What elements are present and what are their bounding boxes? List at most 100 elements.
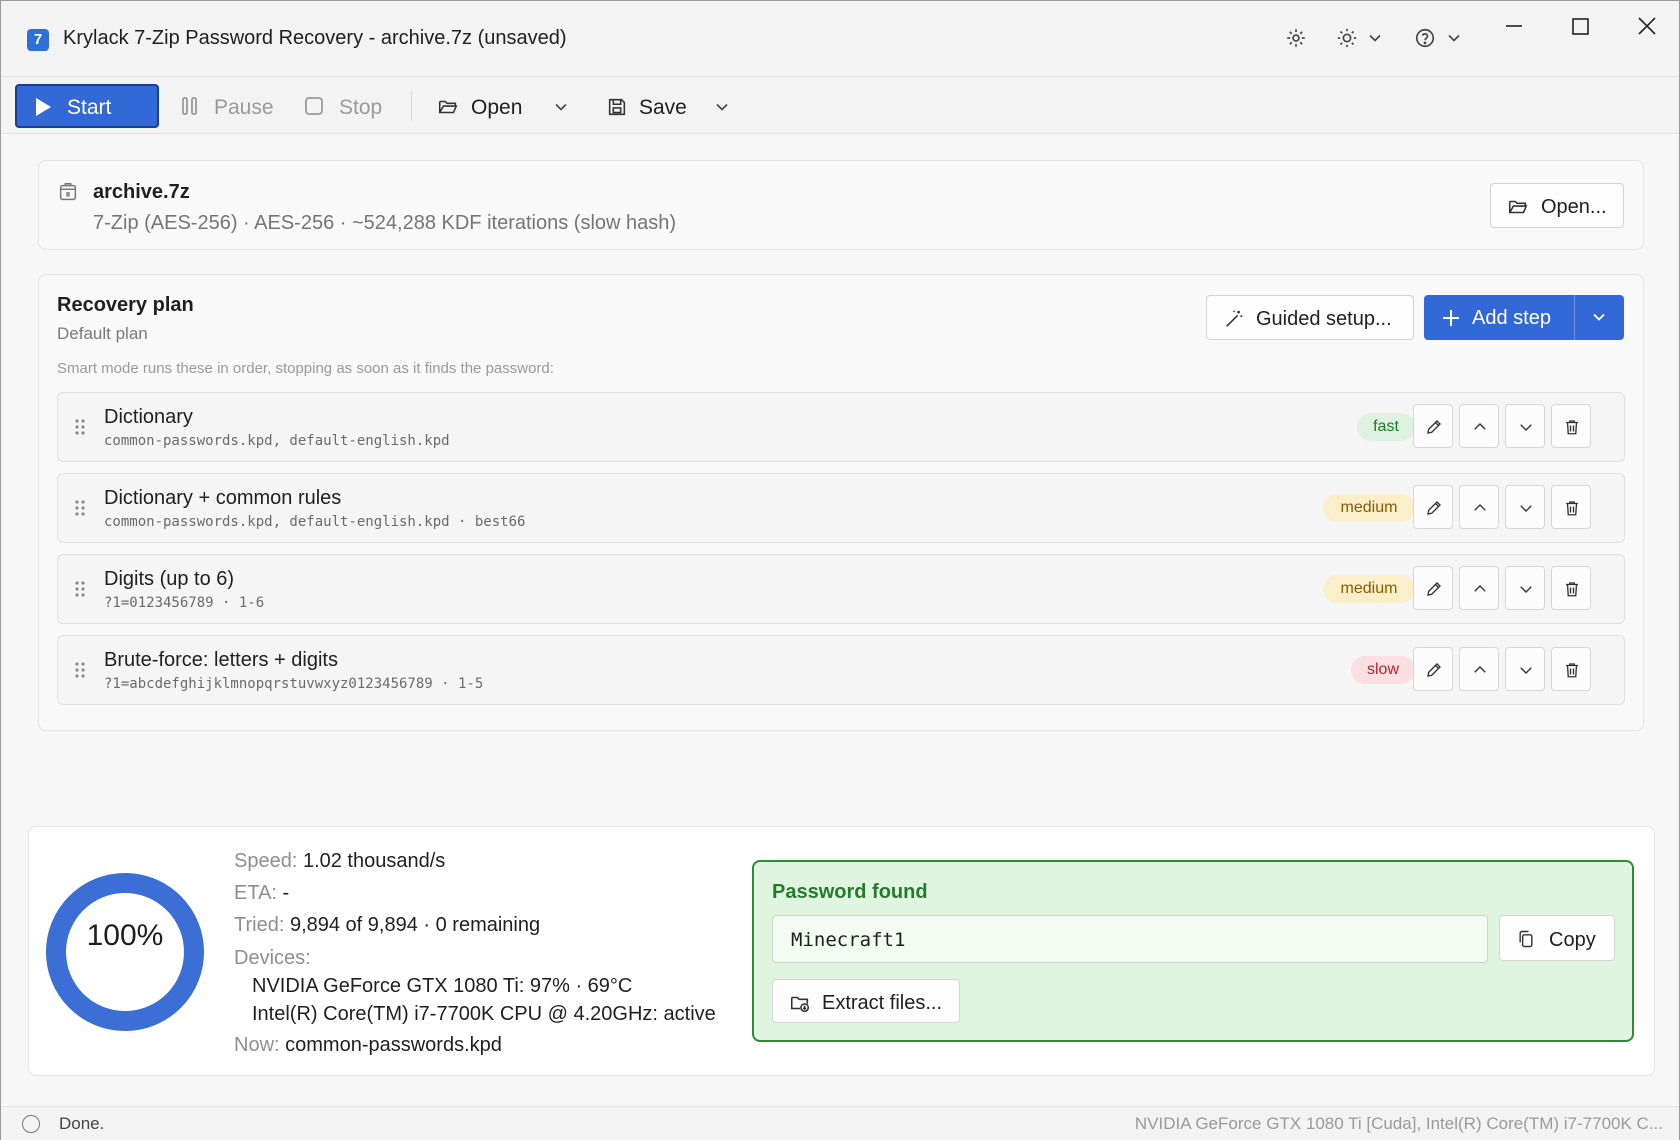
guided-setup-button[interactable]: Guided setup... (1206, 295, 1414, 340)
open-button[interactable]: Open (437, 86, 577, 126)
move-step-down-button[interactable] (1505, 566, 1545, 610)
move-step-down-button[interactable] (1505, 485, 1545, 529)
status-text: Done. (59, 1114, 105, 1133)
speed-value: 1.02 thousand/s (302, 850, 446, 872)
tried-value: 9,894 of 9,894 · 0 remaining (289, 914, 541, 936)
recovery-step-row[interactable]: Dictionary + common rules common-password… (57, 473, 1625, 543)
close-icon[interactable] (1626, 13, 1666, 41)
open-chevron-down-icon[interactable] (554, 100, 568, 114)
trash-icon (1566, 663, 1578, 678)
pencil-icon (1427, 420, 1441, 434)
toolbar-separator (411, 91, 412, 121)
file-meta: 7-Zip (AES-256) · AES-256 · ~524,288 KDF… (93, 212, 677, 234)
maximize-icon[interactable] (1560, 13, 1600, 41)
speed-badge: fast (1357, 413, 1415, 441)
status-indicator-icon (22, 1115, 40, 1133)
recovery-step-row[interactable]: Brute-force: letters + digits ?1=abcdefgh… (57, 635, 1625, 705)
guided-setup-label: Guided setup... (1256, 308, 1392, 330)
minimize-icon[interactable] (1494, 13, 1534, 41)
chevron-up-icon (1474, 666, 1486, 673)
stop-icon (305, 97, 323, 115)
edit-step-button[interactable] (1413, 485, 1453, 529)
play-icon (36, 98, 51, 116)
eta-value: - (282, 882, 290, 904)
pause-button[interactable]: Pause (179, 86, 289, 126)
save-label: Save (639, 96, 687, 119)
add-step-chevron-down-icon[interactable] (1592, 310, 1606, 324)
speed-badge: slow (1351, 656, 1415, 684)
extract-files-button[interactable]: Extract files... (772, 979, 960, 1023)
step-name: Dictionary + common rules (104, 487, 342, 509)
plan-title: Recovery plan (57, 294, 194, 316)
devices-key: Devices: (234, 947, 311, 969)
file-open-button[interactable]: Open... (1490, 183, 1624, 228)
folder-open-icon (1508, 200, 1528, 214)
chevron-up-icon (1474, 504, 1486, 511)
edit-step-button[interactable] (1413, 566, 1453, 610)
drag-handle-icon[interactable] (74, 498, 86, 523)
device-cpu: Intel(R) Core(TM) i7-7700K CPU @ 4.20GHz… (252, 1003, 716, 1025)
password-field[interactable]: Minecraft1 (772, 915, 1488, 963)
drag-handle-icon[interactable] (74, 660, 86, 685)
app-icon: 7 (27, 29, 49, 51)
folder-extract-icon (790, 996, 810, 1013)
step-name: Dictionary (104, 406, 193, 428)
help-chevron-down-icon[interactable] (1447, 31, 1461, 50)
settings-gear-icon[interactable] (1285, 27, 1307, 54)
chevron-down-icon (1520, 424, 1532, 431)
step-detail: common-passwords.kpd, default-english.kp… (104, 433, 450, 449)
move-step-up-button[interactable] (1459, 647, 1499, 691)
start-button[interactable]: Start (15, 84, 159, 128)
move-step-up-button[interactable] (1459, 566, 1499, 610)
theme-chevron-down-icon[interactable] (1368, 31, 1382, 50)
drag-handle-icon[interactable] (74, 417, 86, 442)
recovery-step-row[interactable]: Digits (up to 6) ?1=0123456789 · 1-6 mediu… (57, 554, 1625, 624)
status-devices: NVIDIA GeForce GTX 1080 Ti [Cuda], Intel… (1134, 1114, 1663, 1133)
speed-badge: medium (1323, 575, 1415, 603)
speed-badge: medium (1323, 494, 1415, 522)
move-step-down-button[interactable] (1505, 404, 1545, 448)
step-detail: ?1=abcdefghijklmnopqrstuvwxyz0123456789 … (104, 676, 484, 692)
extract-files-label: Extract files... (822, 992, 943, 1014)
move-step-up-button[interactable] (1459, 404, 1499, 448)
move-step-down-button[interactable] (1505, 647, 1545, 691)
add-step-split-divider (1574, 295, 1575, 340)
add-step-button[interactable]: Add step (1424, 295, 1624, 340)
save-icon (608, 98, 626, 116)
password-found-panel: Password found Minecraft1 Copy Extract f… (752, 860, 1634, 1042)
eta-key: ETA: (234, 882, 277, 904)
file-name: archive.7z (93, 181, 190, 203)
move-step-up-button[interactable] (1459, 485, 1499, 529)
delete-step-button[interactable] (1551, 647, 1591, 691)
eta-stat: ETA: - (234, 882, 289, 905)
recovery-step-row[interactable]: Dictionary common-passwords.kpd, default-… (57, 392, 1625, 462)
edit-step-button[interactable] (1413, 404, 1453, 448)
password-value: Minecraft1 (791, 929, 906, 951)
recovery-plan-card: Recovery plan Default plan Smart mode ru… (38, 274, 1644, 731)
progress-percent: 100% (86, 919, 164, 952)
devices-stat: Devices: (234, 947, 311, 970)
progress-panel: 100% Speed: 1.02 thousand/s ETA: - Tried… (28, 826, 1655, 1076)
plan-subtitle: Default plan (57, 324, 148, 343)
step-detail: ?1=0123456789 · 1-6 (104, 595, 265, 611)
pause-icon (182, 97, 197, 115)
drag-handle-icon[interactable] (74, 579, 86, 604)
plan-hint: Smart mode runs these in order, stopping… (57, 360, 554, 377)
window-title: Krylack 7-Zip Password Recovery - archiv… (63, 27, 567, 49)
delete-step-button[interactable] (1551, 485, 1591, 529)
file-open-label: Open... (1541, 196, 1607, 218)
copy-icon (1519, 930, 1533, 948)
edit-step-button[interactable] (1413, 647, 1453, 691)
folder-open-icon (438, 100, 458, 114)
delete-step-button[interactable] (1551, 404, 1591, 448)
save-chevron-down-icon[interactable] (715, 100, 729, 114)
copy-button[interactable]: Copy (1499, 915, 1615, 961)
pencil-icon (1427, 582, 1441, 596)
save-button[interactable]: Save (606, 86, 736, 126)
theme-sun-icon[interactable] (1336, 27, 1358, 54)
device-gpu: NVIDIA GeForce GTX 1080 Ti: 97% · 69°C (252, 975, 633, 997)
plus-icon (1443, 310, 1459, 326)
stop-button[interactable]: Stop (303, 86, 403, 126)
help-icon[interactable] (1414, 27, 1436, 54)
delete-step-button[interactable] (1551, 566, 1591, 610)
